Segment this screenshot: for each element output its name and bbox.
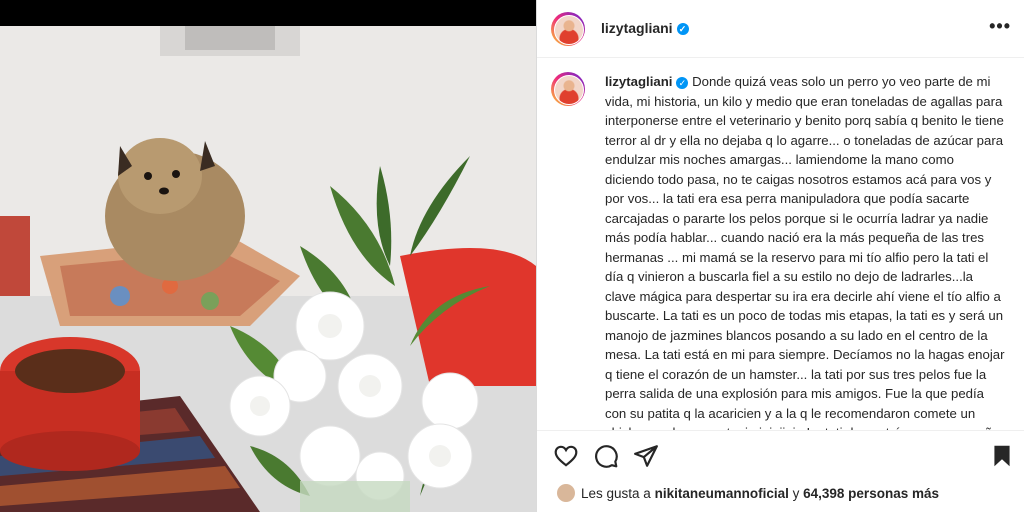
- comments-area[interactable]: lizytagliani ✓ Donde quizá veas solo un p…: [537, 58, 1024, 430]
- likes-connector: y: [792, 486, 800, 501]
- more-options-icon[interactable]: •••: [989, 16, 1011, 37]
- author-username-header[interactable]: lizytagliani ✓: [601, 20, 689, 36]
- post-photo[interactable]: [0, 0, 536, 512]
- liker-avatar[interactable]: [557, 484, 575, 502]
- heart-icon[interactable]: [553, 443, 579, 469]
- likes-count[interactable]: 64,398 personas más: [803, 486, 939, 501]
- likes-text: Les gusta a nikitaneumannoficial y 64,39…: [581, 486, 939, 501]
- caption-author-avatar[interactable]: [551, 72, 585, 106]
- post-details-panel: lizytagliani ✓ ••• lizytagliani ✓ Donde qu…: [536, 0, 1024, 512]
- likes-summary: Les gusta a nikitaneumannoficial y 64,39…: [537, 480, 1024, 512]
- likes-prefix: Les gusta a: [581, 486, 651, 501]
- caption-text: Donde quizá veas solo un perro yo veo pa…: [605, 74, 1005, 430]
- share-icon[interactable]: [633, 443, 659, 469]
- author-avatar[interactable]: [551, 12, 585, 46]
- post-caption: lizytagliani ✓ Donde quizá veas solo un p…: [605, 72, 1005, 430]
- author-username-text[interactable]: lizytagliani: [601, 20, 673, 36]
- bookmark-icon[interactable]: [989, 443, 1015, 469]
- verified-icon: ✓: [676, 23, 689, 36]
- dog-with-flowers-image: [0, 26, 536, 512]
- verified-icon: ✓: [676, 76, 689, 89]
- caption-username[interactable]: lizytagliani: [605, 74, 672, 89]
- post-actions-bar: [537, 430, 1024, 480]
- comment-icon[interactable]: [593, 443, 619, 469]
- post-header: lizytagliani ✓ •••: [537, 0, 1024, 58]
- liker-username[interactable]: nikitaneumannoficial: [655, 486, 789, 501]
